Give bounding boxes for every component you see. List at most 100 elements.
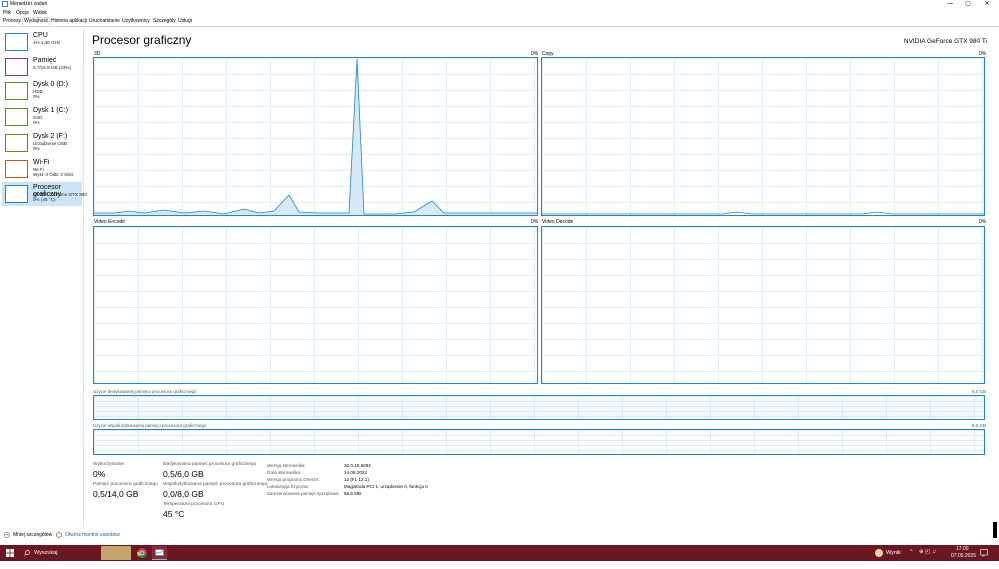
- tab-users[interactable]: Użytkownicy: [121, 18, 151, 25]
- shared-memory-graph-max: 8,0 GB: [972, 423, 987, 428]
- sidebar-item-label: Wi-Fi: [33, 159, 50, 166]
- close-button[interactable]: ✕: [978, 0, 996, 9]
- tab-processes[interactable]: Procesy: [2, 18, 22, 25]
- sidebar-item-disk-1[interactable]: Dysk 1 (C:) SSD 0%: [2, 105, 82, 129]
- task-manager-taskbar-button[interactable]: [152, 546, 167, 560]
- sidebar-item-label: Dysk 2 (F:): [33, 133, 68, 140]
- directx-version-label: Wersja programu DirectX:: [267, 477, 320, 482]
- gpu-model-name: NVIDIA GeForce GTX 980 Ti: [903, 38, 987, 45]
- gpu-memory-value: 0,5/14,0 GB: [93, 489, 139, 499]
- gpu-thumbnail-graph: [5, 185, 28, 203]
- notification-icon[interactable]: [980, 549, 988, 557]
- wifi-thumbnail-graph: [5, 160, 28, 178]
- collapse-chevron-icon[interactable]: [4, 532, 10, 538]
- sidebar-item-usage: 0%: [33, 146, 40, 151]
- tab-bar: Procesy Wydajność Historia aplikacji Uru…: [0, 17, 999, 27]
- title-bar: Menedżer zadań — ▢ ✕: [0, 0, 999, 9]
- engine-copy-graph: [541, 57, 985, 216]
- sidebar-item-detail: 1% 1,36 GHz: [33, 40, 61, 45]
- clock-time[interactable]: 17:00: [956, 546, 969, 552]
- shared-memory-graph: [93, 429, 985, 455]
- sidebar-item-usage: 0%: [33, 94, 40, 99]
- menu-file[interactable]: Plik: [3, 10, 11, 16]
- gpu-temperature-label: Temperatura procesora GPU: [163, 502, 225, 507]
- physical-location-value: Magistrala PCI 1, urządzenie 0, funkcja …: [344, 484, 428, 489]
- menu-view[interactable]: Widok: [33, 10, 47, 16]
- dedicated-memory-label: Dedykowana pamięć procesora graficznego: [163, 462, 257, 467]
- shared-memory-graph-label: Użycie współużytkowanej pamięci procesor…: [93, 423, 207, 428]
- chrome-icon[interactable]: [137, 548, 147, 558]
- driver-date-value: 14.08.2024: [344, 470, 367, 475]
- task-manager-app-icon: [2, 1, 8, 7]
- engine-copy-line: [542, 211, 984, 215]
- driver-date-label: Data sterownika:: [267, 470, 302, 475]
- cpu-thumbnail-graph: [5, 33, 28, 51]
- scrollbar-thumb[interactable]: [993, 522, 997, 538]
- driver-version-label: Wersja sterownika:: [267, 463, 306, 468]
- sidebar-item-usage: Wysł: 0 Odb: 0 Kb/s: [33, 172, 74, 177]
- windows-start-icon[interactable]: [6, 549, 14, 557]
- sidebar-item-gpu[interactable]: Procesor graficzny NVIDIA GeForce GTX 98…: [2, 182, 87, 206]
- page-title: Procesor graficzny: [92, 33, 192, 47]
- bottom-strip: [0, 561, 999, 569]
- tab-services[interactable]: Usługi: [177, 18, 193, 25]
- tray-chevron-icon[interactable]: ^: [910, 549, 913, 555]
- menu-bar: Plik Opcje Widok: [0, 9, 999, 17]
- menu-options[interactable]: Opcje: [16, 10, 29, 16]
- footer: Mniej szczegółów Otwórz monitor zasobów: [0, 529, 999, 543]
- sidebar-item-memory[interactable]: Pamięć 3,7/15,9 GB (23%): [2, 55, 82, 79]
- shared-memory-value: 0,0/8,0 GB: [163, 489, 204, 499]
- sidebar-item-cpu[interactable]: CPU 1% 1,36 GHz: [2, 30, 82, 54]
- memory-thumbnail-graph: [5, 58, 28, 76]
- engine-video-encode-label[interactable]: Video Encode: [94, 219, 125, 225]
- sidebar-item-label: Pamięć: [33, 57, 57, 64]
- weather-icon: [875, 549, 883, 557]
- resource-monitor-icon: [56, 532, 62, 538]
- reserved-memory-label: Zarezerwowana pamięć sprzętowa:: [267, 491, 340, 496]
- taskbar: Wyszukaj Wynik ^ ⊕ ◰ ♫ 17:00 07.05.2025: [0, 545, 999, 561]
- sidebar-item-detail: 3,7/15,9 GB (23%): [33, 65, 72, 70]
- dedicated-memory-graph: [93, 395, 985, 420]
- sidebar-item-usage: 0%: [33, 120, 40, 125]
- fewer-details-link[interactable]: Mniej szczegółów: [13, 532, 52, 538]
- sidebar-item-label: CPU: [33, 32, 48, 39]
- shared-memory-label: Współużytkowana pamięć procesora graficz…: [163, 482, 268, 487]
- dedicated-memory-value: 0,5/6,0 GB: [163, 469, 204, 479]
- engine-video-encode-graph: [93, 226, 538, 384]
- directx-version-value: 12 (FL 12.1): [344, 477, 369, 482]
- utilization-value: 0%: [93, 469, 106, 479]
- engine-3d-line: [94, 58, 537, 215]
- sidebar-item-wifi[interactable]: Wi-Fi Wi-Fi Wysł: 0 Odb: 0 Kb/s: [2, 157, 82, 181]
- tab-startup[interactable]: Uruchamianie: [88, 18, 121, 25]
- tray-icons[interactable]: ⊕ ◰ ♫: [919, 549, 936, 555]
- engine-video-decode-label[interactable]: Video Decode: [542, 219, 573, 225]
- sidebar-item-disk-2[interactable]: Dysk 2 (F:) Urządzenie USB 0%: [2, 131, 82, 155]
- engine-3d-graph: [93, 57, 538, 216]
- utilization-label: Wykorzystanie: [93, 462, 125, 467]
- task-manager-icon: [155, 549, 164, 556]
- disk-0-thumbnail-graph: [5, 82, 28, 100]
- physical-location-label: Lokalizacja fizyczna:: [267, 484, 309, 489]
- taskbar-search-box[interactable]: Wyszukaj: [34, 550, 57, 556]
- engine-video-decode-percent: 0%: [979, 219, 987, 225]
- gpu-temperature-value: 45 °C: [163, 509, 185, 519]
- sidebar-item-disk-0[interactable]: Dysk 0 (D:) HDD 0%: [2, 79, 82, 103]
- engine-video-encode-percent: 0%: [531, 219, 539, 225]
- dedicated-memory-graph-label: Użycie dedykowanej pamięci procesora gra…: [93, 389, 197, 394]
- maximize-button[interactable]: ▢: [959, 0, 977, 9]
- gpu-memory-label: Pamięć procesora graficznego: [93, 482, 158, 487]
- clock-date[interactable]: 07.05.2025: [951, 553, 976, 559]
- search-highlight-image: [101, 546, 131, 560]
- weather-widget-label[interactable]: Wynik: [886, 550, 901, 556]
- open-resource-monitor-link[interactable]: Otwórz monitor zasobów: [65, 532, 120, 538]
- dedicated-memory-graph-max: 6,0 GB: [972, 389, 987, 394]
- tab-app-history[interactable]: Historia aplikacji: [50, 18, 88, 25]
- reserved-memory-value: 58,6 MB: [344, 491, 362, 496]
- disk-2-thumbnail-graph: [5, 134, 28, 152]
- driver-version-value: 32.0.15.6094: [344, 463, 371, 468]
- window-title: Menedżer zadań: [10, 1, 48, 7]
- minimize-button[interactable]: —: [941, 0, 959, 9]
- tab-details[interactable]: Szczegóły: [152, 18, 177, 25]
- tab-performance[interactable]: Wydajność: [22, 17, 51, 26]
- sidebar-item-label: Dysk 0 (D:): [33, 81, 68, 88]
